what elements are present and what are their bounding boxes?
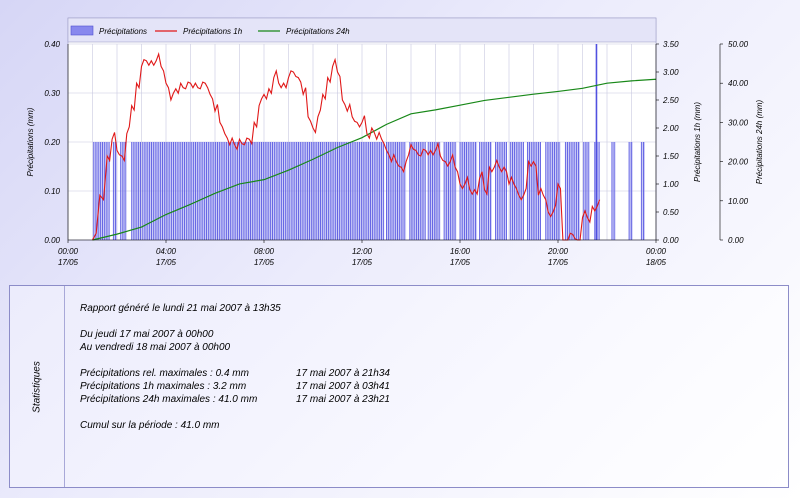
y-right1-tick-label: 3.00: [663, 68, 679, 77]
y-right1-tick-label: 2.00: [662, 124, 679, 133]
y-right2-tick-label: 10.00: [728, 197, 749, 206]
legend-box: [67, 17, 657, 43]
y-left-tick-label: 0.30: [44, 89, 60, 98]
stat-row-rel-max: Précipitations rel. maximales : 0.4 mm 1…: [80, 367, 778, 380]
x-tick-date-label: 18/05: [646, 258, 667, 267]
x-tick-time-label: 04:00: [156, 247, 177, 256]
x-tick-date-label: 17/05: [548, 258, 569, 267]
y-left-tick-label: 0.20: [44, 138, 60, 147]
x-tick-time-label: 12:00: [352, 247, 373, 256]
statistics-panel: Statistiques Rapport généré le lundi 21 …: [9, 285, 789, 488]
x-tick-time-label: 16:00: [450, 247, 471, 256]
stat-row-1h-max: Précipitations 1h maximales : 3.2 mm 17 …: [80, 380, 778, 393]
stat-label: Précipitations 1h maximales : 3.2 mm: [80, 381, 247, 392]
x-tick-time-label: 00:00: [646, 247, 667, 256]
y-right2-tick-label: 40.00: [728, 79, 749, 88]
report-line: Rapport généré le lundi 21 mai 2007 à 13…: [80, 303, 281, 314]
legend: Précipitations Précipitations 1h Précipita…: [67, 17, 657, 43]
legend-label: Précipitations: [99, 27, 147, 36]
y-right1-tick-label: 0.50: [663, 208, 679, 217]
stat-label: Précipitations 24h maximales : 41.0 mm: [80, 394, 258, 405]
x-tick-time-label: 20:00: [547, 247, 569, 256]
y-right1-tick-label: 1.50: [663, 152, 679, 161]
y-right2-axis-title: Précipitations 24h (mm): [755, 99, 764, 184]
y-left-axis-title: Précipitations (mm): [26, 107, 35, 176]
stat-label: Précipitations rel. maximales : 0.4 mm: [80, 368, 249, 379]
stat-when: 17 mai 2007 à 03h41: [296, 381, 390, 392]
x-tick-date-label: 17/05: [58, 258, 79, 267]
legend-label: Précipitations 24h: [286, 27, 350, 36]
precip-bar-band: [495, 142, 507, 240]
legend-swatch: [70, 25, 94, 36]
y-right1-tick-label: 1.00: [663, 180, 679, 189]
stat-when: 17 mai 2007 à 21h34: [296, 368, 390, 379]
y-right1-axis-title: Précipitations 1h (mm): [693, 102, 702, 182]
period-from: Du jeudi 17 mai 2007 à 00h00: [80, 329, 214, 340]
y-right1-tick-label: 3.50: [663, 40, 679, 49]
precip-bar-band: [131, 142, 142, 240]
x-tick-date-label: 17/05: [156, 258, 177, 267]
stat-when: 17 mai 2007 à 23h21: [296, 394, 390, 405]
y-left-tick-label: 0.00: [44, 236, 60, 245]
x-tick-date-label: 17/05: [450, 258, 471, 267]
stat-row-24h-max: Précipitations 24h maximales : 41.0 mm 1…: [80, 393, 778, 406]
y-right1-tick-label: 2.50: [662, 96, 679, 105]
statistics-label-column: Statistiques: [10, 286, 65, 487]
legend-label: Précipitations 1h: [183, 27, 243, 36]
statistics-label: Statistiques: [31, 361, 43, 413]
y-left-tick-label: 0.10: [44, 187, 60, 196]
y-right2-tick-label: 50.00: [728, 40, 749, 49]
x-tick-date-label: 17/05: [254, 258, 275, 267]
cumul-line: Cumul sur la période : 41.0 mm: [80, 420, 220, 431]
x-tick-date-label: 17/05: [352, 258, 373, 267]
y-left-tick-label: 0.40: [44, 40, 60, 49]
x-tick-time-label: 08:00: [254, 247, 275, 256]
precip-bar-band: [583, 142, 590, 240]
precipitation-chart: Précipitations Précipitations 1h Précipita…: [26, 17, 764, 267]
y-right2-tick-label: 0.00: [728, 236, 744, 245]
y-right1-tick-label: 0.00: [663, 236, 679, 245]
y-right2-tick-label: 30.00: [728, 118, 749, 127]
period-to: Au vendredi 18 mai 2007 à 00h00: [80, 342, 231, 353]
precip-bar-band: [120, 142, 127, 240]
y-right2-tick-label: 20.00: [727, 158, 749, 167]
x-tick-time-label: 00:00: [58, 247, 79, 256]
statistics-content: Rapport généré le lundi 21 mai 2007 à 13…: [80, 302, 778, 432]
